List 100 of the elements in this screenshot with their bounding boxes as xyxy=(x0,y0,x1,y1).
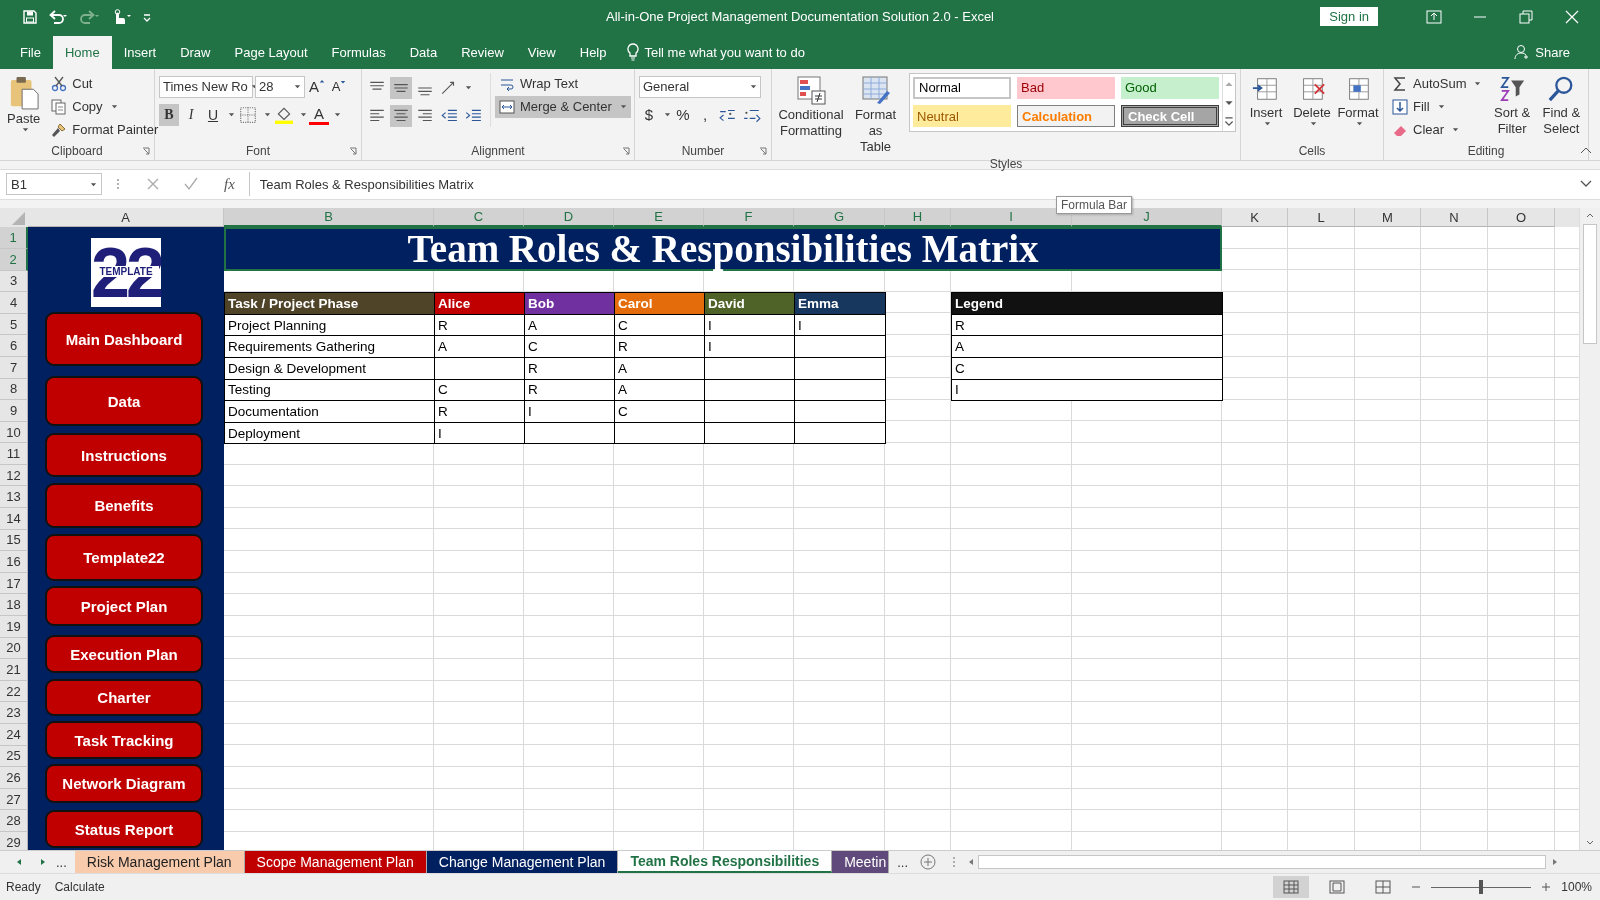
conditional-formatting-button[interactable]: Conditional Formatting xyxy=(776,72,846,141)
zoom-in-icon[interactable] xyxy=(1541,882,1552,893)
close-icon[interactable] xyxy=(1564,9,1580,24)
column-header[interactable]: C xyxy=(434,208,524,228)
percent-button[interactable]: % xyxy=(673,103,693,126)
currency-button[interactable]: $ xyxy=(639,103,659,126)
navigation-button[interactable]: Task Tracking xyxy=(45,721,203,760)
tell-me-search[interactable]: Tell me what you want to do xyxy=(644,44,805,60)
comma-button[interactable]: , xyxy=(695,103,715,126)
navigation-button[interactable]: Execution Plan xyxy=(45,635,203,674)
scrollbar-thumb[interactable] xyxy=(978,855,1546,870)
column-header[interactable]: J xyxy=(1072,208,1222,228)
row-header[interactable]: 5 xyxy=(0,313,28,336)
insert-function-button[interactable]: fx xyxy=(218,174,241,194)
sheet-tab[interactable]: Meetin xyxy=(832,851,890,874)
navigation-button[interactable]: Template22 xyxy=(45,534,203,582)
scrollbar-thumb[interactable] xyxy=(1583,224,1597,345)
column-header[interactable]: B xyxy=(224,208,434,228)
vertical-scrollbar[interactable] xyxy=(1579,208,1600,851)
dialog-launcher-icon[interactable] xyxy=(759,146,767,155)
cells-command-button[interactable]: Insert xyxy=(1245,72,1287,129)
navigation-button[interactable]: Project Plan xyxy=(45,586,203,627)
ribbon-tab[interactable]: Page Layout xyxy=(222,35,320,69)
navigation-button[interactable]: Benefits xyxy=(45,483,203,529)
row-header[interactable]: 13 xyxy=(0,486,28,509)
row-header[interactable]: 17 xyxy=(0,572,28,595)
middle-align-icon[interactable] xyxy=(390,76,412,99)
cell-style-swatch[interactable]: Bad xyxy=(1017,76,1115,99)
more-sheets[interactable]: ... xyxy=(897,854,909,870)
format-as-table-button[interactable]: Format as Table xyxy=(850,72,901,157)
navigation-button[interactable]: Instructions xyxy=(45,433,203,478)
column-header[interactable]: M xyxy=(1355,208,1421,228)
expand-icon[interactable] xyxy=(1580,180,1592,189)
sort-filter-button[interactable]: Sort & Filter xyxy=(1489,72,1535,139)
row-header[interactable]: 16 xyxy=(0,551,28,573)
ribbon-tab[interactable]: View xyxy=(515,35,568,69)
font-style-button[interactable]: I xyxy=(181,103,201,126)
fill-button[interactable]: Fill xyxy=(1388,95,1486,118)
row-header[interactable]: 19 xyxy=(0,616,28,638)
ribbon-tab[interactable]: Data xyxy=(397,35,450,69)
find-select-button[interactable]: Find & Select xyxy=(1538,72,1584,139)
row-header[interactable]: 21 xyxy=(0,659,28,681)
column-header[interactable]: K xyxy=(1222,208,1288,228)
navigation-button[interactable]: Main Dashboard xyxy=(45,312,203,367)
cells-command-button[interactable]: Delete xyxy=(1291,72,1333,129)
row-header[interactable]: 27 xyxy=(0,788,28,811)
navigation-button[interactable]: Charter xyxy=(45,679,203,717)
shrink-font-button[interactable]: A xyxy=(329,75,349,98)
sheet-tab[interactable]: Risk Management Plan xyxy=(74,851,245,874)
font-name-field[interactable]: Times New Ro xyxy=(159,75,253,98)
row-header[interactable]: 22 xyxy=(0,680,28,703)
more-sheets[interactable]: ... xyxy=(56,854,67,870)
dialog-launcher-icon[interactable] xyxy=(349,146,357,155)
row-header[interactable]: 11 xyxy=(0,443,28,465)
grow-font-button[interactable]: A xyxy=(307,75,327,98)
navigation-button[interactable]: Data xyxy=(45,376,203,427)
number-format-field[interactable]: General xyxy=(639,75,761,98)
row-header[interactable]: 14 xyxy=(0,508,28,530)
column-header[interactable]: D xyxy=(524,208,614,228)
row-header[interactable]: 1 xyxy=(0,227,28,249)
font-size-field[interactable]: 28 xyxy=(255,75,305,98)
row-header[interactable]: 8 xyxy=(0,378,28,401)
autosum-button[interactable]: AutoSum xyxy=(1388,72,1486,95)
wrap-text-button[interactable]: Wrap Text xyxy=(495,72,631,95)
column-header[interactable]: H xyxy=(885,208,951,228)
row-header[interactable]: 10 xyxy=(0,421,28,444)
row-header[interactable]: 20 xyxy=(0,637,28,660)
ribbon-tab[interactable]: Insert xyxy=(111,35,169,69)
cell-style-swatch[interactable]: Normal xyxy=(913,76,1011,99)
cells-command-button[interactable]: Format xyxy=(1337,72,1379,129)
ribbon-tab[interactable]: Home xyxy=(52,35,112,69)
sheet-tab[interactable]: Team Roles Responsibilities xyxy=(618,851,833,874)
font-color-button[interactable]: A xyxy=(309,104,329,125)
row-header[interactable]: 26 xyxy=(0,767,28,789)
name-box[interactable]: B1 xyxy=(6,173,102,196)
ribbon-tab[interactable]: Review xyxy=(449,35,516,69)
share-button[interactable]: Share xyxy=(1508,35,1576,69)
merge-center-button[interactable]: Merge & Center xyxy=(495,95,631,118)
center-align-icon[interactable] xyxy=(390,104,412,127)
row-header[interactable]: 7 xyxy=(0,356,28,379)
row-header[interactable]: 18 xyxy=(0,594,28,617)
row-header[interactable]: 23 xyxy=(0,702,28,724)
save-icon[interactable] xyxy=(22,8,38,25)
paste-button[interactable]: Paste xyxy=(4,72,44,135)
column-header[interactable]: F xyxy=(704,208,794,228)
sign-in-button[interactable]: Sign in xyxy=(1320,7,1378,27)
column-header[interactable]: I xyxy=(951,208,1072,228)
row-header[interactable]: 3 xyxy=(0,270,28,293)
column-header[interactable]: G xyxy=(794,208,885,228)
row-header[interactable]: 24 xyxy=(0,724,28,746)
sheet-tab[interactable]: Change Management Plan xyxy=(426,851,619,874)
dialog-launcher-icon[interactable] xyxy=(142,146,150,155)
row-header[interactable]: 2 xyxy=(0,248,28,271)
font-style-button[interactable]: U xyxy=(203,103,223,126)
row-header[interactable]: 6 xyxy=(0,335,28,357)
ribbon-tab[interactable]: File xyxy=(8,35,53,69)
add-sheet-icon[interactable] xyxy=(920,854,937,871)
ribbon-tab[interactable]: Draw xyxy=(168,35,223,69)
column-header[interactable]: N xyxy=(1421,208,1488,228)
collapse-ribbon-icon[interactable] xyxy=(1580,145,1592,154)
